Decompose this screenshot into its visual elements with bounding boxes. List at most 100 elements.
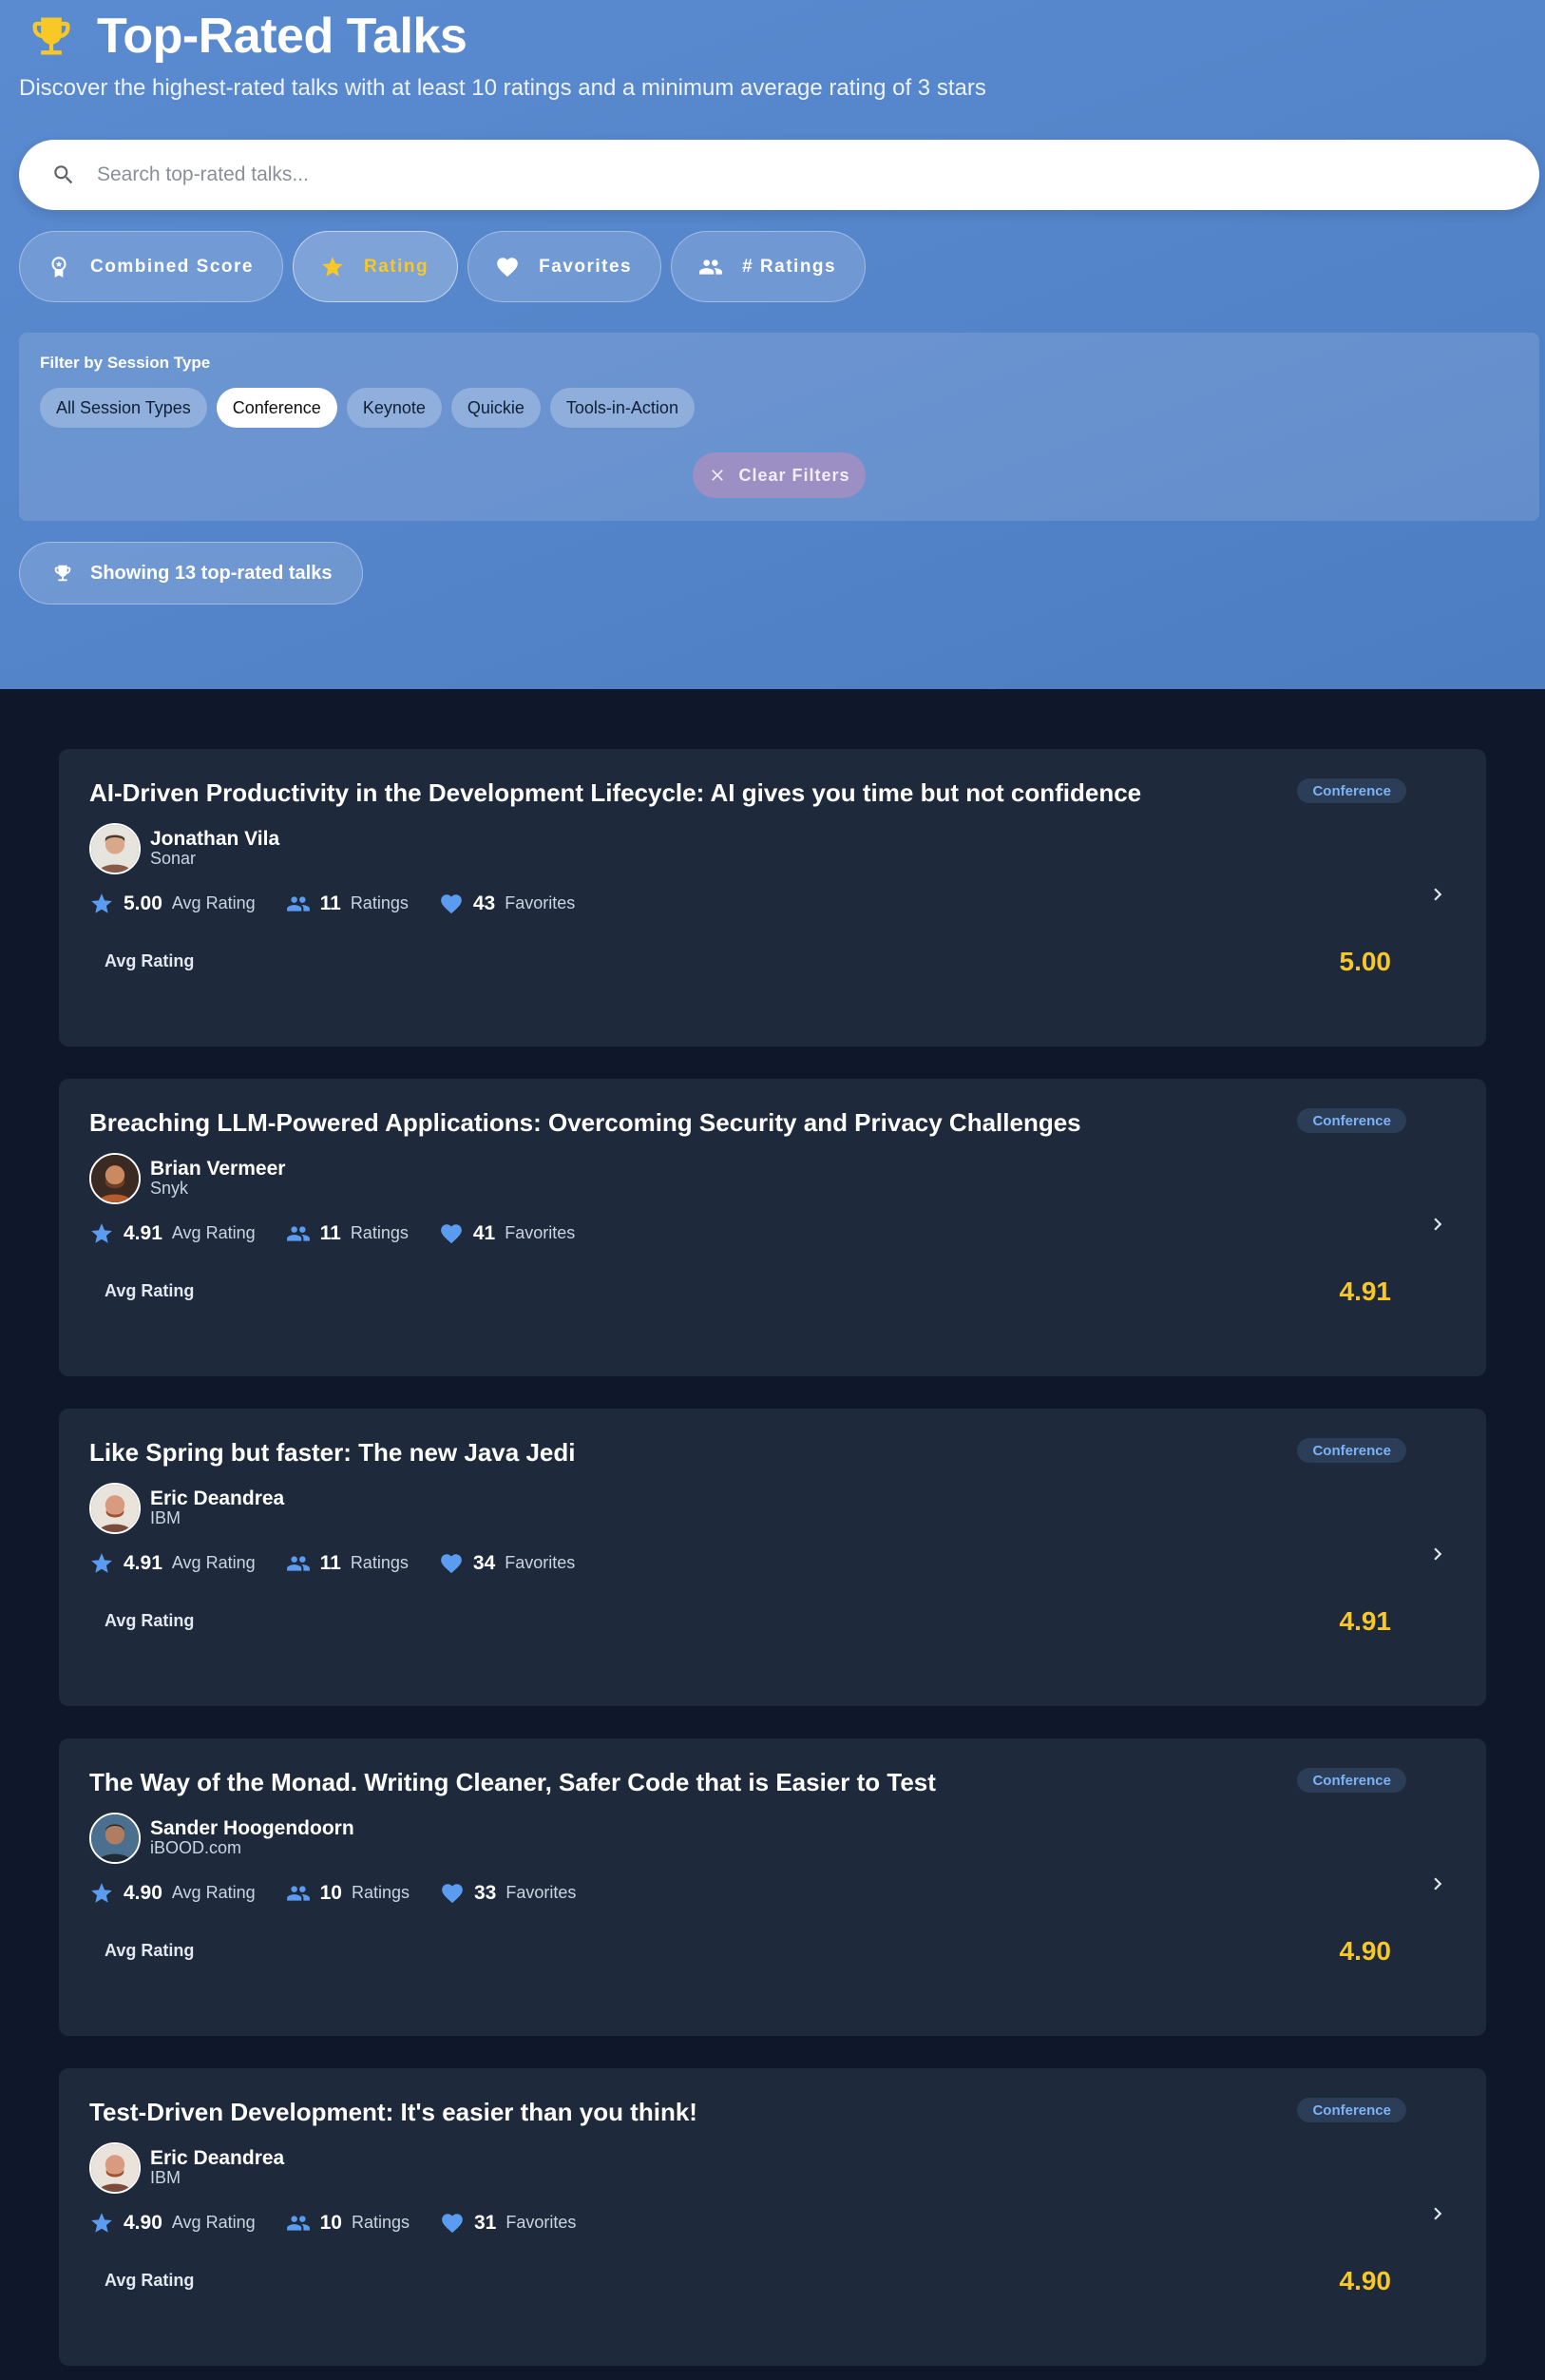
people-icon <box>286 1226 310 1241</box>
ratings-count-stat: 11 Ratings <box>286 892 409 916</box>
people-icon <box>286 896 310 912</box>
star-icon <box>322 256 343 277</box>
chevron-right-icon[interactable] <box>1425 1871 1450 1896</box>
favorites-stat: 43 Favorites <box>439 892 575 916</box>
session-type-badge: Conference <box>1297 1108 1406 1133</box>
score-value: 4.91 <box>1339 1605 1392 1636</box>
sort-ratings-count-button[interactable]: # Ratings <box>671 231 867 302</box>
speaker-company: IBM <box>150 2168 181 2188</box>
heart-icon <box>441 894 462 913</box>
talk-card[interactable]: Test-Driven Development: It's easier tha… <box>59 2068 1486 2366</box>
score-row: Avg Rating 5.00 <box>89 947 1456 977</box>
talk-stats: 4.91 Avg Rating 11 Ratings 34 Favorites <box>89 1551 1456 1576</box>
score-value: 4.90 <box>1339 2265 1392 2295</box>
chevron-right-icon[interactable] <box>1425 1212 1450 1237</box>
chip-conference[interactable]: Conference <box>216 388 337 428</box>
session-type-badge: Conference <box>1297 778 1406 803</box>
avg-rating-stat: 4.90 Avg Rating <box>89 2211 256 2236</box>
chip-quickie[interactable]: Quickie <box>450 388 541 428</box>
speaker-name: Eric Deandrea <box>150 1488 285 1510</box>
favorites-stat: 33 Favorites <box>440 1881 576 1906</box>
filter-panel: Filter by Session Type All Session Types… <box>19 333 1539 521</box>
chip-tools-in-action[interactable]: Tools-in-Action <box>549 388 695 428</box>
chevron-right-icon[interactable] <box>1425 1542 1450 1566</box>
score-label: Avg Rating <box>105 1611 195 1631</box>
talk-title: Test-Driven Development: It's easier tha… <box>89 2098 697 2126</box>
close-icon <box>712 470 724 481</box>
talk-title: The Way of the Monad. Writing Cleaner, S… <box>89 1768 936 1796</box>
favorites-stat: 41 Favorites <box>439 1221 575 1246</box>
speaker-row: Sander Hoogendoorn iBOOD.com <box>89 1812 1456 1864</box>
page-title: Top-Rated Talks <box>97 9 467 64</box>
talk-stats: 4.90 Avg Rating 10 Ratings 31 Favorites <box>89 2211 1456 2236</box>
ratings-count-stat: 11 Ratings <box>286 1551 409 1576</box>
avg-rating-label: Avg Rating <box>171 1883 256 1903</box>
talk-card[interactable]: AI-Driven Productivity in the Developmen… <box>59 749 1486 1046</box>
speaker-row: Eric Deandrea IBM <box>89 2141 1456 2194</box>
score-label: Avg Rating <box>105 951 195 971</box>
favorites-label: Favorites <box>505 1553 576 1573</box>
avg-rating-label: Avg Rating <box>171 1553 256 1573</box>
speaker-name: Eric Deandrea <box>150 2147 285 2170</box>
star-icon <box>91 2212 112 2233</box>
speaker-company: Sonar <box>150 849 197 869</box>
ratings-count-label: Ratings <box>350 1223 409 1243</box>
clear-filters-button[interactable]: Clear Filters <box>693 452 866 498</box>
talk-stats: 4.91 Avg Rating 11 Ratings 41 Favorites <box>89 1221 1456 1246</box>
search-input[interactable] <box>97 163 1427 186</box>
score-value: 4.91 <box>1339 1276 1392 1306</box>
favorites-stat: 34 Favorites <box>439 1551 575 1576</box>
chip-all-session-types[interactable]: All Session Types <box>40 388 207 428</box>
avatar <box>89 1482 141 1534</box>
ratings-count-value: 11 <box>319 1551 341 1574</box>
search-icon <box>54 165 73 184</box>
sort-combined-score-label: Combined Score <box>90 256 254 277</box>
star-icon <box>91 1222 112 1243</box>
speaker-name: Brian Vermeer <box>150 1158 286 1180</box>
score-row: Avg Rating 4.90 <box>89 1936 1456 1967</box>
sort-favorites-label: Favorites <box>539 256 633 277</box>
heart-icon <box>442 1884 463 1903</box>
ratings-count-value: 10 <box>319 1881 342 1904</box>
trophy-icon <box>54 565 71 582</box>
ratings-count-label: Ratings <box>351 1883 410 1903</box>
star-icon <box>91 892 112 913</box>
ratings-count-label: Ratings <box>350 1553 409 1573</box>
title-row: Top-Rated Talks <box>19 0 1526 72</box>
favorites-value: 34 <box>472 1551 496 1574</box>
avatar <box>89 2141 141 2194</box>
session-type-badge: Conference <box>1297 1438 1406 1463</box>
chevron-right-icon[interactable] <box>1425 2201 1450 2226</box>
speaker-company: iBOOD.com <box>150 1838 242 1858</box>
ratings-count-stat: 10 Ratings <box>286 1881 410 1906</box>
talk-card[interactable]: Breaching LLM-Powered Applications: Over… <box>59 1079 1486 1376</box>
sort-options: Combined Score Rating Favorites # Rating… <box>19 231 1526 302</box>
sort-rating-button[interactable]: Rating <box>292 231 459 302</box>
speaker-company: Snyk <box>150 1179 189 1199</box>
avg-rating-value: 4.90 <box>124 2211 162 2234</box>
favorites-label: Favorites <box>505 893 576 913</box>
avg-rating-stat: 4.91 Avg Rating <box>89 1551 256 1576</box>
talk-card[interactable]: Like Spring but faster: The new Java Jed… <box>59 1409 1486 1706</box>
heart-icon <box>441 1224 462 1243</box>
search-bar[interactable] <box>19 140 1539 210</box>
ratings-count-label: Ratings <box>351 2213 410 2233</box>
hero-header: Top-Rated Talks Discover the highest-rat… <box>0 0 1545 689</box>
score-row: Avg Rating 4.91 <box>89 1606 1456 1637</box>
chip-keynote[interactable]: Keynote <box>346 388 442 428</box>
speaker-row: Eric Deandrea IBM <box>89 1482 1456 1534</box>
favorites-label: Favorites <box>505 2213 577 2233</box>
speaker-row: Brian Vermeer Snyk <box>89 1152 1456 1204</box>
session-type-badge: Conference <box>1297 2098 1406 2122</box>
trophy-icon <box>32 17 70 55</box>
sort-favorites-button[interactable]: Favorites <box>467 231 662 302</box>
people-icon <box>286 1556 310 1571</box>
people-icon <box>699 259 722 275</box>
talk-card[interactable]: The Way of the Monad. Writing Cleaner, S… <box>59 1738 1486 2036</box>
sort-combined-score-button[interactable]: Combined Score <box>19 231 283 302</box>
chevron-right-icon[interactable] <box>1425 882 1450 907</box>
result-count-badge: Showing 13 top-rated talks <box>19 542 364 605</box>
talk-stats: 4.90 Avg Rating 10 Ratings 33 Favorites <box>89 1881 1456 1906</box>
avg-rating-value: 4.91 <box>124 1221 162 1244</box>
ratings-count-value: 11 <box>319 1221 341 1244</box>
